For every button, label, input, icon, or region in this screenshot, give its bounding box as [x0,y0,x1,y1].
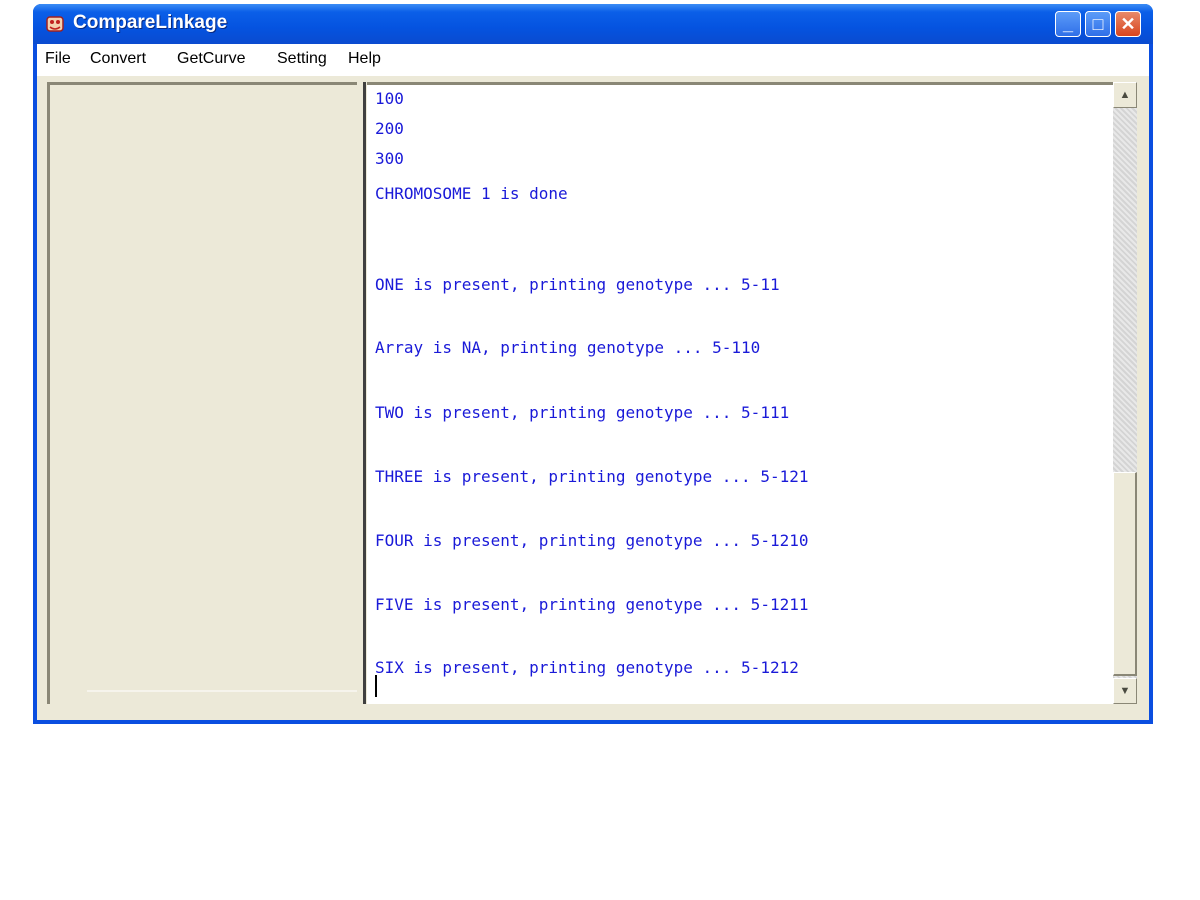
log-line: 100 [375,89,404,108]
log-line: ONE is present, printing genotype ... 5-… [375,275,780,294]
log-line: THREE is present, printing genotype ... … [375,467,809,486]
scroll-down-button[interactable]: ▼ [1113,678,1137,704]
output-text-area[interactable]: 100 200 300 CHROMOSOME 1 is done ONE is … [367,82,1113,704]
maximize-icon: □ [1092,14,1104,34]
app-window: CompareLinkage _ □ ✕ File Convert GetCur… [33,4,1153,724]
close-icon: ✕ [1120,14,1136,34]
minimize-icon: _ [1062,14,1073,34]
menu-file[interactable]: File [45,50,71,68]
log-line: SIX is present, printing genotype ... 5-… [375,658,799,677]
scroll-thumb[interactable] [1113,472,1137,676]
split-pane-divider[interactable] [360,82,366,704]
log-line: TWO is present, printing genotype ... 5-… [375,403,790,422]
close-button[interactable]: ✕ [1115,11,1141,37]
left-panel-edge [87,690,357,692]
log-line: CHROMOSOME 1 is done [375,184,568,203]
menu-getcurve[interactable]: GetCurve [177,50,245,68]
title-bar[interactable]: CompareLinkage _ □ ✕ [33,4,1153,44]
arrow-down-icon: ▼ [1119,685,1131,697]
minimize-button[interactable]: _ [1055,11,1081,37]
window-right-edge [1137,82,1149,720]
scroll-up-button[interactable]: ▲ [1113,82,1137,108]
menu-convert[interactable]: Convert [90,50,146,68]
status-strip [37,704,1149,720]
text-caret [375,675,377,697]
maximize-button[interactable]: □ [1085,11,1111,37]
log-line: FOUR is present, printing genotype ... 5… [375,531,809,550]
vertical-scrollbar[interactable]: ▲ ▼ [1113,82,1137,704]
menu-bar: File Convert GetCurve Setting Help [37,44,1149,76]
window-title: CompareLinkage [73,12,228,33]
log-line: Array is NA, printing genotype ... 5-110 [375,338,761,357]
menu-setting[interactable]: Setting [277,50,327,68]
client-area: File Convert GetCurve Setting Help 100 2… [37,44,1149,720]
left-panel [47,82,357,704]
menu-help[interactable]: Help [348,50,381,68]
log-line: FIVE is present, printing genotype ... 5… [375,595,809,614]
log-line: 300 [375,149,404,168]
arrow-up-icon: ▲ [1119,89,1131,101]
app-icon [46,16,64,32]
log-line: 200 [375,119,404,138]
